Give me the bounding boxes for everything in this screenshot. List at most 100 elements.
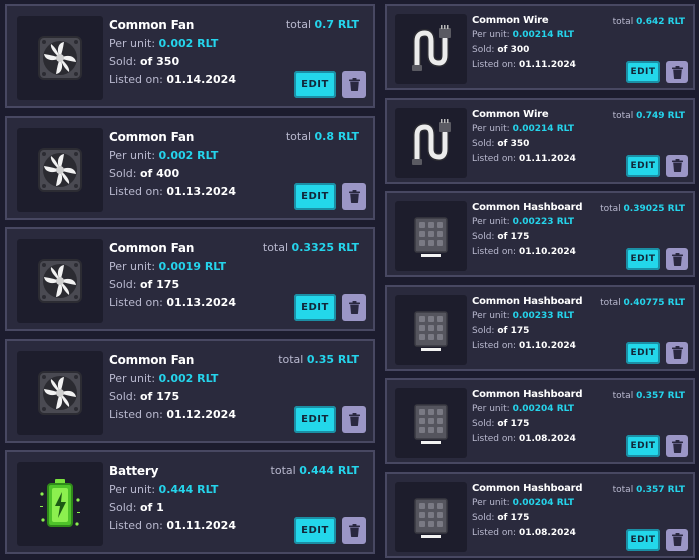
hashboard-icon (409, 493, 453, 541)
wire-icon (409, 25, 453, 73)
listed-date: Listed on: 01.13.2024 (109, 185, 236, 198)
sold-value: of 300 (497, 45, 530, 55)
sold-value: of 350 (139, 55, 180, 68)
listed-label: Listed on: (472, 340, 517, 351)
total-label: total (278, 352, 304, 366)
delete-button[interactable] (666, 248, 688, 270)
item-thumbnail (395, 294, 467, 365)
total-label: total (600, 204, 621, 214)
delete-button[interactable] (342, 517, 366, 544)
item-name: Battery (109, 464, 159, 478)
sold-label: Sold: (472, 45, 495, 55)
listed-date: Listed on: 01.11.2024 (472, 154, 576, 164)
per-unit-label: Per unit: (472, 30, 510, 40)
sold-count: Sold: of 175 (109, 278, 179, 291)
edit-button[interactable]: EDIT (626, 528, 660, 551)
hashboard-icon (409, 306, 453, 354)
item-thumbnail (395, 107, 467, 178)
listed-value: 01.08.2024 (518, 434, 576, 444)
listed-date: Listed on: 01.10.2024 (472, 247, 576, 257)
listed-date: Listed on: 01.11.2024 (109, 519, 236, 532)
listed-value: 01.14.2024 (166, 73, 236, 86)
trash-icon (671, 159, 683, 172)
trash-icon (348, 412, 360, 426)
delete-button[interactable] (342, 182, 366, 210)
item-thumbnail (17, 350, 103, 435)
listed-label: Listed on: (472, 527, 517, 538)
total-label: total (612, 391, 634, 401)
listing-card-right_listings-4: Common Hashboard Per unit: 0.00233 RLT S… (385, 284, 695, 371)
delete-button[interactable] (666, 154, 688, 177)
total-value: 0.7 RLT (314, 18, 359, 31)
listed-value: 01.10.2024 (518, 340, 576, 351)
delete-button[interactable] (666, 528, 688, 551)
sold-label: Sold: (472, 138, 495, 149)
listed-date: Listed on: 01.12.2024 (109, 408, 236, 421)
delete-button[interactable] (342, 71, 366, 98)
item-thumbnail (395, 481, 467, 552)
per-unit-price: Per unit: 0.00223 RLT (472, 217, 574, 227)
item-thumbnail (17, 127, 103, 212)
edit-button[interactable]: EDIT (626, 341, 660, 364)
edit-button[interactable]: EDIT (626, 154, 660, 177)
per-unit-price: Per unit: 0.002 RLT (109, 372, 218, 385)
delete-button[interactable] (666, 435, 688, 457)
edit-button[interactable]: EDIT (294, 517, 336, 544)
trash-icon (671, 252, 683, 266)
listed-label: Listed on: (109, 407, 163, 421)
sold-count: Sold: of 1 (109, 501, 164, 514)
item-thumbnail (17, 239, 103, 323)
delete-button[interactable] (666, 61, 688, 83)
delete-button[interactable] (666, 341, 688, 364)
sold-value: of 175 (139, 278, 180, 291)
edit-button[interactable]: EDIT (626, 61, 660, 83)
sold-label: Sold: (109, 55, 137, 68)
sold-value: of 400 (139, 166, 180, 180)
item-name: Common Hashboard (472, 202, 583, 213)
edit-button[interactable]: EDIT (294, 71, 336, 98)
total-value: 0.40775 RLT (623, 297, 685, 308)
edit-button[interactable]: EDIT (294, 182, 336, 210)
edit-button[interactable]: EDIT (294, 294, 336, 321)
per-unit-price: Per unit: 0.0019 RLT (109, 260, 226, 273)
listing-card-left_listings-4: Common Fan Per unit: 0.002 RLT Sold: of … (5, 338, 375, 443)
fan-icon (36, 146, 84, 194)
total-label: total (285, 18, 312, 31)
edit-button[interactable]: EDIT (626, 248, 660, 270)
sold-value: of 175 (497, 232, 530, 242)
listed-label: Listed on: (109, 519, 163, 532)
listed-value: 01.13.2024 (166, 184, 236, 198)
per-unit-label: Per unit: (472, 123, 510, 134)
sold-label: Sold: (109, 278, 137, 291)
edit-button[interactable]: EDIT (626, 435, 660, 457)
total-price: total 0.8 RLT (286, 130, 359, 143)
sold-value: of 175 (139, 389, 180, 403)
trash-icon (348, 78, 360, 91)
total-label: total (612, 484, 634, 495)
listed-label: Listed on: (109, 184, 163, 198)
sold-count: Sold: of 300 (472, 45, 529, 55)
listing-card-left_listings-5: Battery Per unit: 0.444 RLT Sold: of 1 L… (5, 450, 375, 554)
listing-card-left_listings-3: Common Fan Per unit: 0.0019 RLT Sold: of… (5, 227, 375, 331)
edit-button[interactable]: EDIT (294, 405, 336, 433)
sold-value: of 175 (497, 512, 530, 523)
sold-count: Sold: of 175 (472, 419, 529, 429)
trash-icon (671, 346, 683, 359)
item-thumbnail (395, 201, 467, 271)
delete-button[interactable] (342, 294, 366, 321)
item-name: Common Hashboard (472, 482, 583, 494)
total-label: total (285, 129, 312, 143)
listed-date: Listed on: 01.08.2024 (472, 434, 576, 444)
per-unit-value: 0.002 RLT (158, 148, 219, 162)
delete-button[interactable] (342, 405, 366, 433)
per-unit-label: Per unit: (472, 497, 510, 508)
listed-value: 01.11.2024 (166, 519, 236, 532)
total-label: total (612, 17, 634, 27)
per-unit-label: Per unit: (109, 37, 156, 50)
listed-label: Listed on: (109, 73, 163, 86)
fan-icon (36, 34, 84, 82)
sold-count: Sold: of 350 (109, 55, 179, 68)
per-unit-label: Per unit: (472, 404, 510, 414)
listed-value: 01.10.2024 (518, 247, 576, 257)
total-label: total (612, 110, 634, 121)
